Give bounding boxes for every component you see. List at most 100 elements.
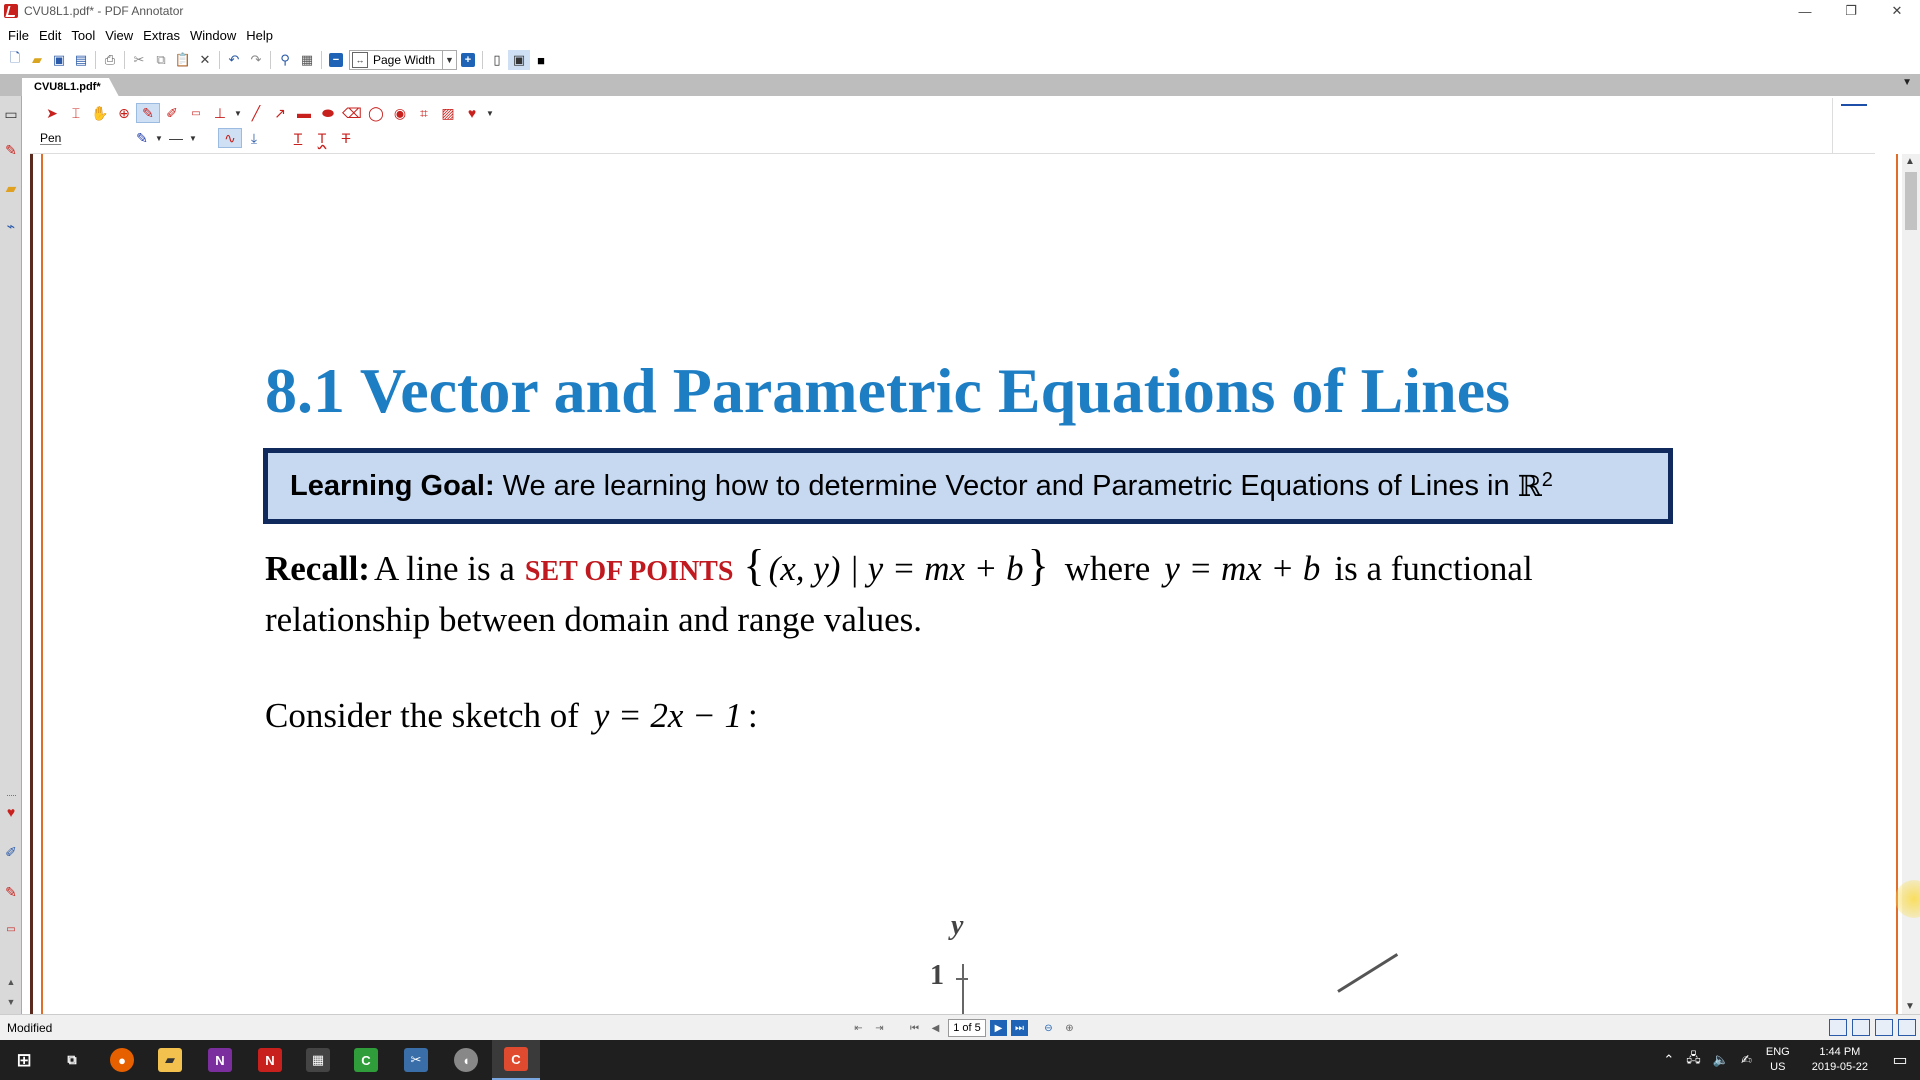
zoom-out-button[interactable]: − <box>325 50 347 70</box>
new-document-icon[interactable]: 🗋 <box>4 50 26 70</box>
pen-tool-icon[interactable]: ✎ <box>136 103 160 123</box>
pen-color-icon[interactable]: ✎ <box>130 128 154 148</box>
underline-icon[interactable]: T <box>286 128 310 148</box>
redo-icon[interactable]: ↷ <box>245 50 267 70</box>
arrow-tool-icon[interactable]: ↗ <box>268 103 292 123</box>
taskbar-file-explorer[interactable]: ▰ <box>146 1040 194 1080</box>
ellipse-tool-icon[interactable]: ⬬ <box>316 103 340 123</box>
menu-window[interactable]: Window <box>185 28 241 43</box>
previous-view-icon[interactable]: ⇤ <box>850 1020 867 1036</box>
favorite-marker-icon[interactable]: ✎ <box>3 884 19 900</box>
favorites-heart-icon[interactable]: ♥ <box>460 103 484 123</box>
start-button[interactable]: ⊞ <box>0 1040 48 1080</box>
taskbar-firefox[interactable]: ● <box>98 1040 146 1080</box>
squiggly-underline-icon[interactable]: T <box>310 128 334 148</box>
pen-ink-icon[interactable]: ✍ <box>1741 1052 1752 1068</box>
minimize-button[interactable]: — <box>1782 0 1828 22</box>
paste-icon[interactable]: 📋 <box>172 50 194 70</box>
zoom-in-button[interactable]: + <box>457 50 479 70</box>
volume-icon[interactable]: 🔈 <box>1713 1052 1729 1068</box>
annotations-panel-icon[interactable]: ✎ <box>3 142 19 158</box>
close-button[interactable]: ✕ <box>1874 0 1920 22</box>
menu-file[interactable]: File <box>3 28 34 43</box>
chevron-down-icon[interactable]: ▼ <box>232 103 244 123</box>
chevron-down-icon[interactable]: ▼ <box>442 51 456 69</box>
favorite-textbox-icon[interactable]: ▭ <box>3 922 19 938</box>
camera-snapshot-icon[interactable]: ◉ <box>388 103 412 123</box>
scroll-up-icon[interactable]: ▲ <box>1905 156 1915 167</box>
lasso-icon[interactable]: ◯ <box>364 103 388 123</box>
menu-extras[interactable]: Extras <box>138 28 185 43</box>
save-all-icon[interactable]: ▤ <box>70 50 92 70</box>
scroll-down-icon[interactable]: ▼ <box>3 994 19 1010</box>
eraser-icon[interactable]: ⌫ <box>340 103 364 123</box>
highlighter-icon[interactable]: ✐ <box>160 103 184 123</box>
select-arrow-icon[interactable]: ➤ <box>40 103 64 123</box>
input-language[interactable]: ENG US <box>1766 1045 1790 1075</box>
chevron-down-icon[interactable]: ▼ <box>188 128 198 148</box>
strikethrough-icon[interactable]: T <box>334 128 358 148</box>
network-icon[interactable]: 🖧 <box>1686 1049 1701 1071</box>
two-page-mode-icon[interactable] <box>1875 1019 1893 1036</box>
scroll-down-icon[interactable]: ▼ <box>1905 1001 1915 1012</box>
fullscreen-icon[interactable]: ■ <box>530 50 552 70</box>
single-page-view-icon[interactable]: ▯ <box>486 50 508 70</box>
line-tool-icon[interactable]: ╱ <box>244 103 268 123</box>
text-select-icon[interactable]: ⌶ <box>64 103 88 123</box>
find-binoculars-icon[interactable]: ⚲ <box>274 50 296 70</box>
smooth-stroke-icon[interactable]: ∿ <box>218 128 242 148</box>
textbox-tool-icon[interactable]: ▭ <box>184 103 208 123</box>
taskbar-calculator[interactable]: ▦ <box>294 1040 342 1080</box>
taskbar-mouse-app[interactable]: ◖ <box>442 1040 490 1080</box>
chevron-down-icon[interactable]: ▼ <box>484 103 496 123</box>
line-width-icon[interactable]: — <box>164 128 188 148</box>
stamp-tool-icon[interactable]: ⊥ <box>208 103 232 123</box>
first-page-icon[interactable]: ⏮ <box>906 1020 923 1036</box>
print-icon[interactable]: ⎙ <box>99 50 121 70</box>
scrollbar-thumb[interactable] <box>1905 172 1917 230</box>
crop-icon[interactable]: ⌗ <box>412 103 436 123</box>
attachments-panel-icon[interactable]: ⌁ <box>3 218 19 234</box>
delete-icon[interactable]: ✕ <box>194 50 216 70</box>
clock[interactable]: 1:44 PM 2019-05-22 <box>1812 1045 1868 1075</box>
next-page-icon[interactable]: ▶ <box>990 1020 1007 1036</box>
tab-cvu8l1[interactable]: CVU8L1.pdf* <box>22 78 119 96</box>
fit-page-view-icon[interactable]: ▣ <box>508 50 530 70</box>
notification-icon[interactable]: ▭ <box>1880 1040 1920 1080</box>
last-page-icon[interactable]: ⏭ <box>1011 1020 1028 1036</box>
open-folder-icon[interactable]: ▰ <box>26 50 48 70</box>
hand-tool-icon[interactable]: ✋ <box>88 103 112 123</box>
bookmarks-panel-icon[interactable]: ▰ <box>3 180 19 196</box>
favorites-heart-icon[interactable]: ♥ <box>3 804 19 820</box>
save-icon[interactable]: ▣ <box>48 50 70 70</box>
taskbar-pdf-annotator[interactable]: N <box>246 1040 294 1080</box>
pages-panel-icon[interactable]: ▭ <box>3 106 19 122</box>
favorite-pen-icon[interactable]: ✐ <box>3 844 19 860</box>
taskbar-snipping[interactable]: ✂ <box>392 1040 440 1080</box>
taskbar-onenote[interactable]: N <box>196 1040 244 1080</box>
menu-help[interactable]: Help <box>241 28 278 43</box>
chevron-down-icon[interactable]: ▼ <box>154 128 164 148</box>
menu-tool[interactable]: Tool <box>66 28 100 43</box>
zoom-tool-icon[interactable]: ⊕ <box>112 103 136 123</box>
zoom-select[interactable]: ↔ Page Width ▼ <box>349 50 457 70</box>
single-page-mode-icon[interactable] <box>1829 1019 1847 1036</box>
page-number-field[interactable]: 1 of 5 <box>948 1019 986 1037</box>
menu-view[interactable]: View <box>100 28 138 43</box>
cut-icon[interactable]: ✂ <box>128 50 150 70</box>
pressure-icon[interactable]: ⤓ <box>242 128 266 148</box>
tab-list-chevron-icon[interactable]: ▼ <box>1902 77 1912 88</box>
scroll-up-icon[interactable]: ▲ <box>3 974 19 990</box>
forward-icon[interactable]: ⊕ <box>1061 1020 1078 1036</box>
task-view-button[interactable]: ⧉ <box>48 1040 96 1080</box>
taskbar-camtasia[interactable]: C <box>342 1040 390 1080</box>
rectangle-tool-icon[interactable]: ▬ <box>292 103 316 123</box>
next-view-icon[interactable]: ⇥ <box>871 1020 888 1036</box>
restore-button[interactable]: ❐ <box>1828 0 1874 22</box>
copy-icon[interactable]: ⧉ <box>150 50 172 70</box>
taskbar-camtasia-recorder[interactable]: C <box>492 1040 540 1080</box>
page-layout-icon[interactable]: ▦ <box>296 50 318 70</box>
pane-grip[interactable]: ····· <box>6 790 17 800</box>
previous-page-icon[interactable]: ◀ <box>927 1020 944 1036</box>
undo-icon[interactable]: ↶ <box>223 50 245 70</box>
